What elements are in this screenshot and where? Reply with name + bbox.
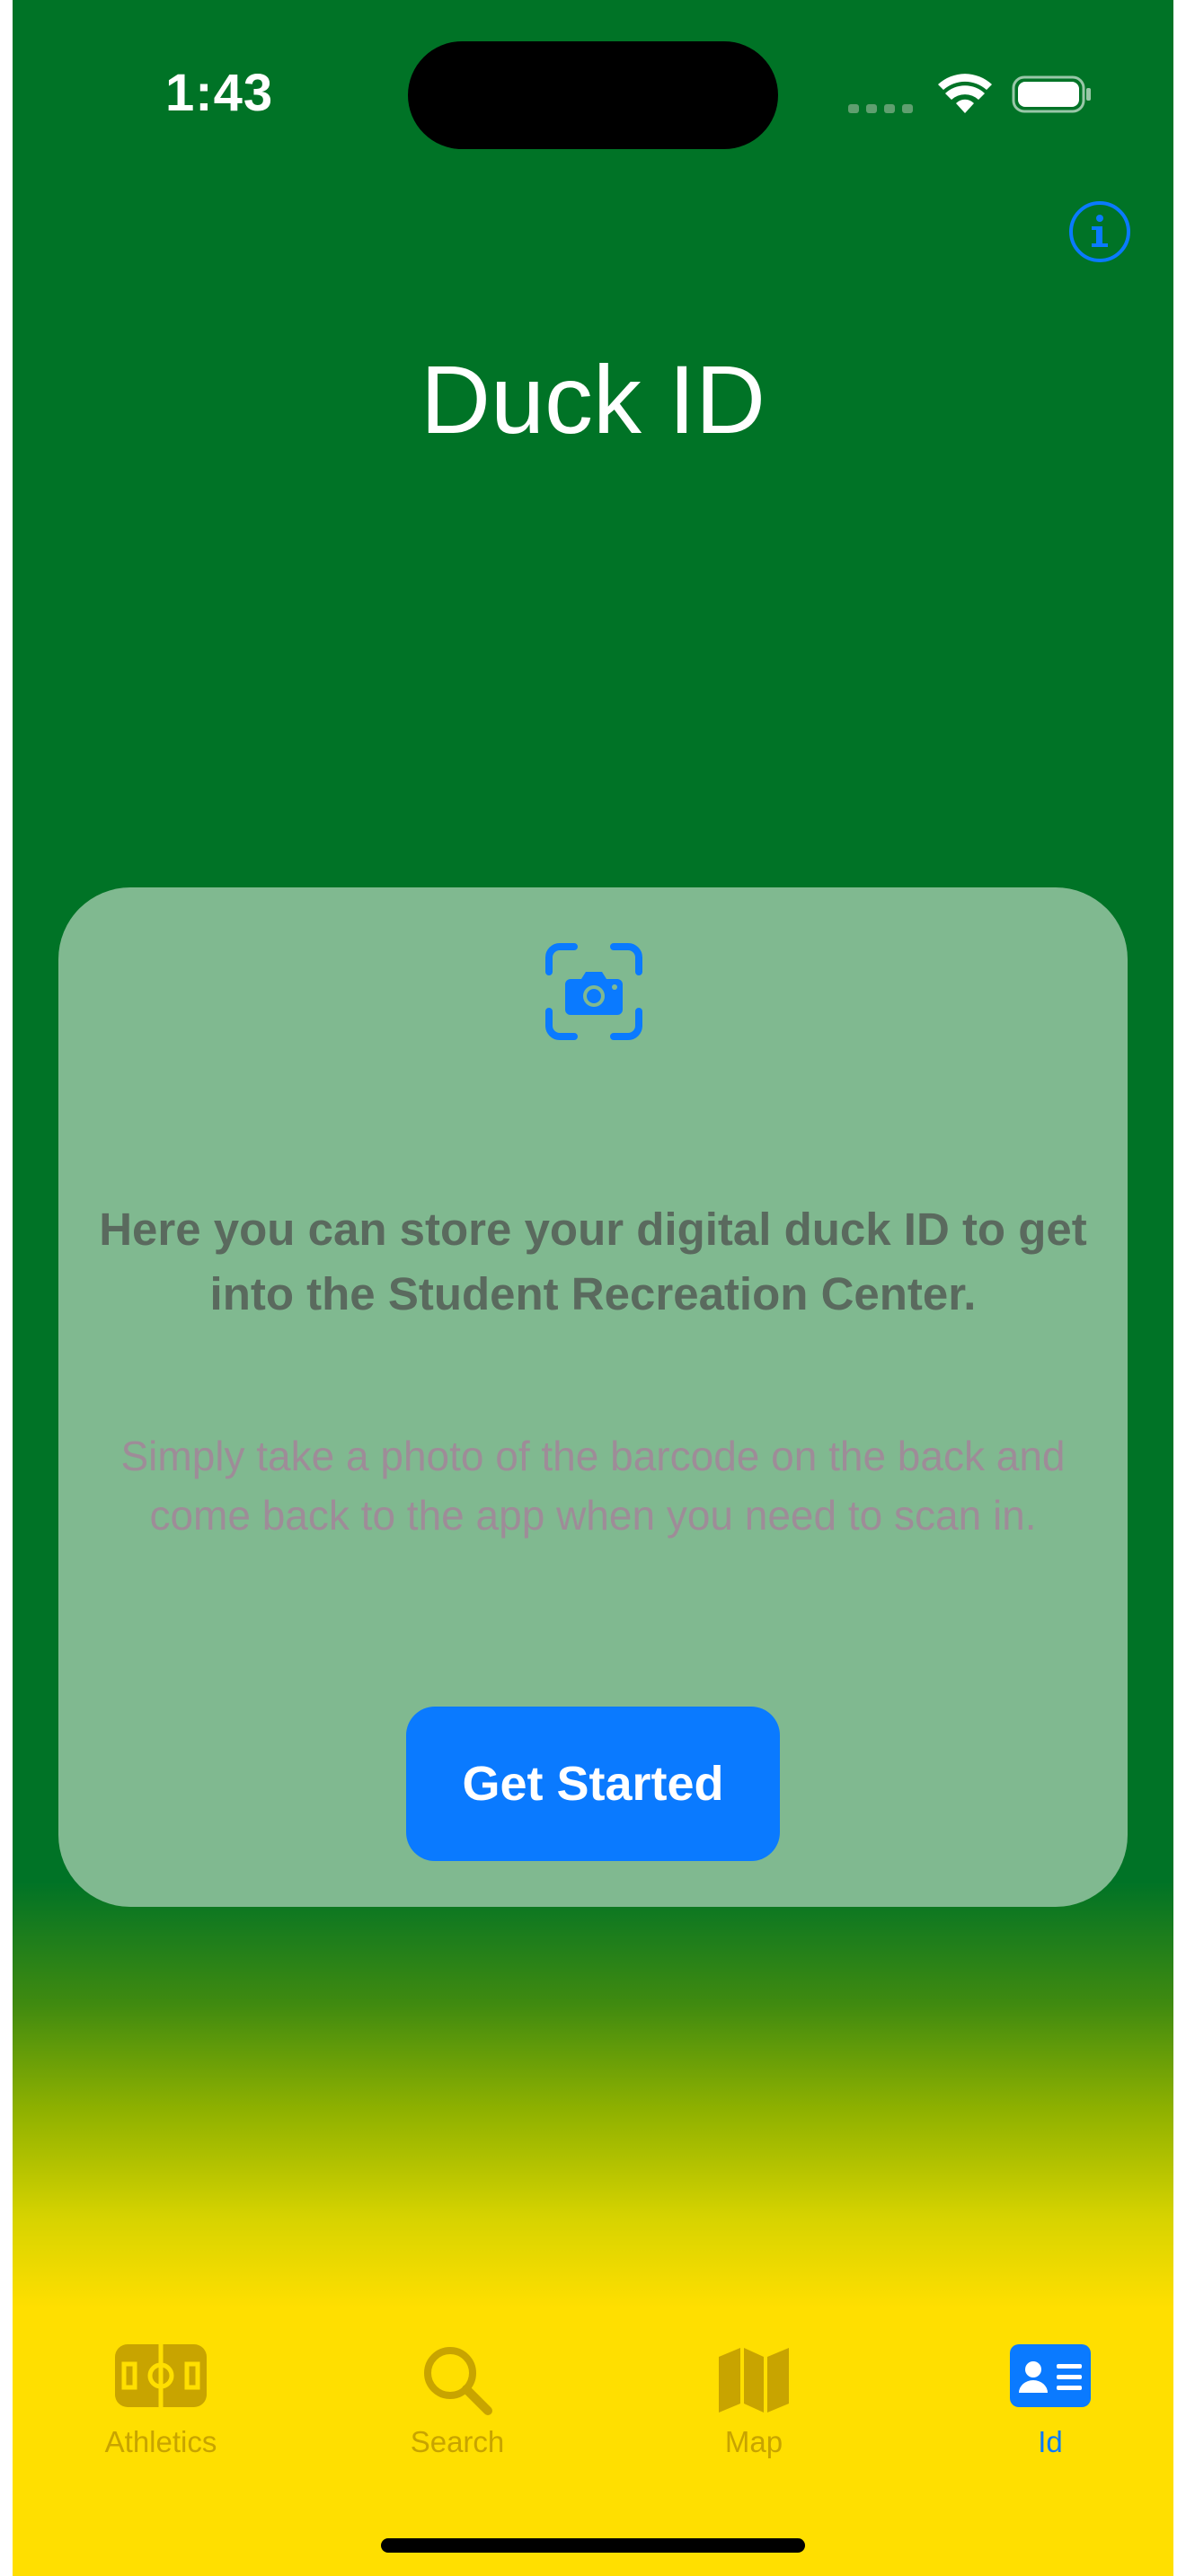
tab-label: Map [724, 2425, 783, 2458]
tab-label: Search [410, 2425, 505, 2458]
tab-id[interactable]: Id [934, 2326, 1167, 2488]
tab-athletics[interactable]: Athletics [44, 2326, 278, 2488]
status-time: 1:43 [165, 64, 274, 122]
cellular-signal-icon [848, 104, 913, 113]
tab-bar: Athletics Search Map Id [13, 2326, 1173, 2506]
page-title: Duck ID [420, 345, 766, 454]
get-started-button[interactable]: Get Started [406, 1707, 780, 1861]
map-icon [719, 2348, 789, 2413]
app-screen: 1:43 Duck ID Here you can store your dig… [13, 0, 1173, 2576]
tab-search[interactable]: Search [341, 2326, 574, 2488]
id-card-icon [1010, 2344, 1091, 2407]
tab-map[interactable]: Map [637, 2326, 871, 2488]
magnifying-glass-icon [424, 2347, 492, 2415]
home-indicator[interactable] [381, 2538, 805, 2553]
tab-label: Athletics [104, 2425, 217, 2458]
tab-label: Id [1038, 2425, 1063, 2458]
info-circle-icon[interactable] [1067, 199, 1132, 264]
sports-field-icon [115, 2344, 207, 2407]
camera-viewfinder-icon [545, 943, 642, 1040]
card-description: Simply take a photo of the barcode on th… [120, 1433, 1066, 1539]
card-heading: Here you can store your digital duck ID … [99, 1204, 1087, 1319]
battery-icon [1012, 75, 1091, 113]
dynamic-island [408, 41, 778, 149]
duck-id-card: Here you can store your digital duck ID … [58, 887, 1128, 1907]
wifi-icon [938, 74, 992, 113]
